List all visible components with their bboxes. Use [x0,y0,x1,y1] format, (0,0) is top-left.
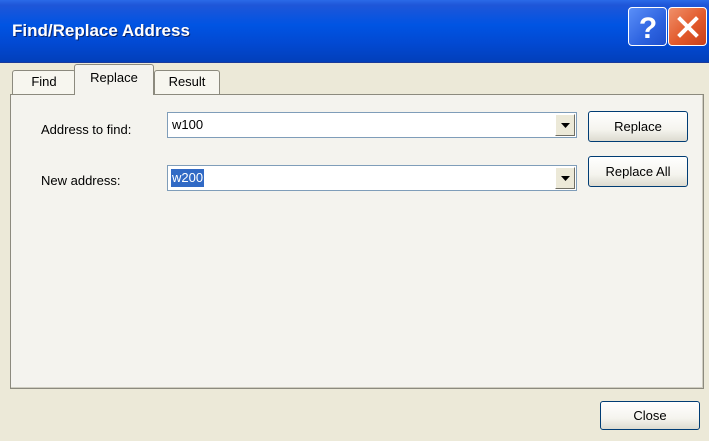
tab-find[interactable]: Find [12,70,76,94]
new-address-label: New address: [41,173,121,188]
chevron-down-icon [560,122,570,128]
close-x-icon [676,15,699,38]
new-address-combobox[interactable]: w200 [167,165,577,191]
new-address-value[interactable]: w200 [171,169,205,187]
help-button[interactable]: ? [628,7,667,46]
tab-result[interactable]: Result [154,70,220,94]
question-mark-icon: ? [638,12,656,42]
close-window-button[interactable] [668,7,707,46]
tab-replace[interactable]: Replace [74,64,154,95]
svg-text:?: ? [638,12,656,42]
replace-tab-panel: Address to find: w100 Replace New addres… [10,94,704,389]
close-button[interactable]: Close [600,401,700,430]
title-bar[interactable]: Find/Replace Address ? [0,0,709,63]
new-address-dropdown-button[interactable] [555,167,575,189]
window-title: Find/Replace Address [12,21,190,40]
replace-all-button[interactable]: Replace All [588,156,688,187]
replace-button[interactable]: Replace [588,111,688,142]
address-to-find-dropdown-button[interactable] [555,114,575,136]
address-to-find-label: Address to find: [41,122,132,137]
address-to-find-value[interactable]: w100 [171,116,204,134]
address-to-find-combobox[interactable]: w100 [167,112,577,138]
chevron-down-icon [560,175,570,181]
